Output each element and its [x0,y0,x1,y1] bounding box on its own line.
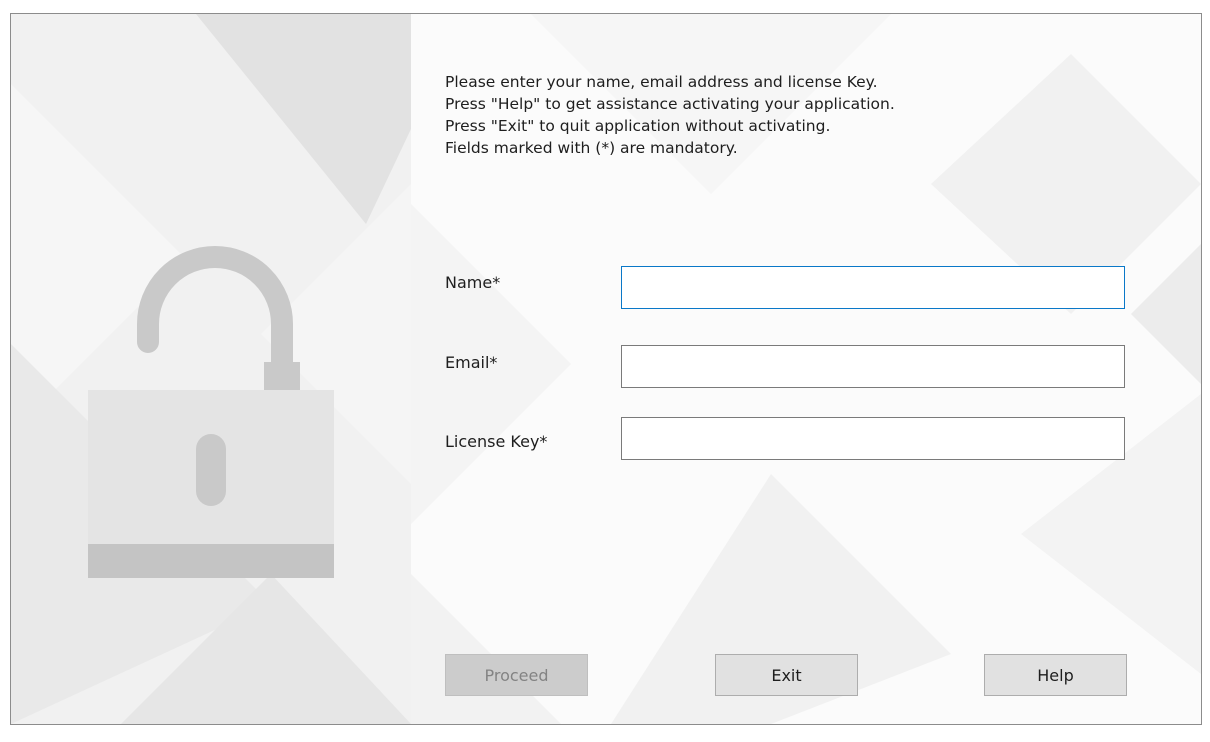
email-input[interactable] [621,345,1125,388]
help-button[interactable]: Help [984,654,1127,696]
activation-dialog: Please enter your name, email address an… [10,13,1202,725]
email-label: Email* [445,353,498,372]
proceed-button[interactable]: Proceed [445,654,588,696]
name-label: Name* [445,273,501,292]
license-key-label: License Key* [445,432,548,451]
instruction-line-3: Press "Exit" to quit application without… [445,117,831,135]
instruction-line-2: Press "Help" to get assistance activatin… [445,95,895,113]
instructions-text: Please enter your name, email address an… [445,71,895,159]
exit-button[interactable]: Exit [715,654,858,696]
name-input[interactable] [621,266,1125,309]
license-key-input[interactable] [621,417,1125,460]
instruction-line-1: Please enter your name, email address an… [445,73,878,91]
instruction-line-4: Fields marked with (*) are mandatory. [445,139,738,157]
unlocked-padlock-icon [88,246,334,578]
